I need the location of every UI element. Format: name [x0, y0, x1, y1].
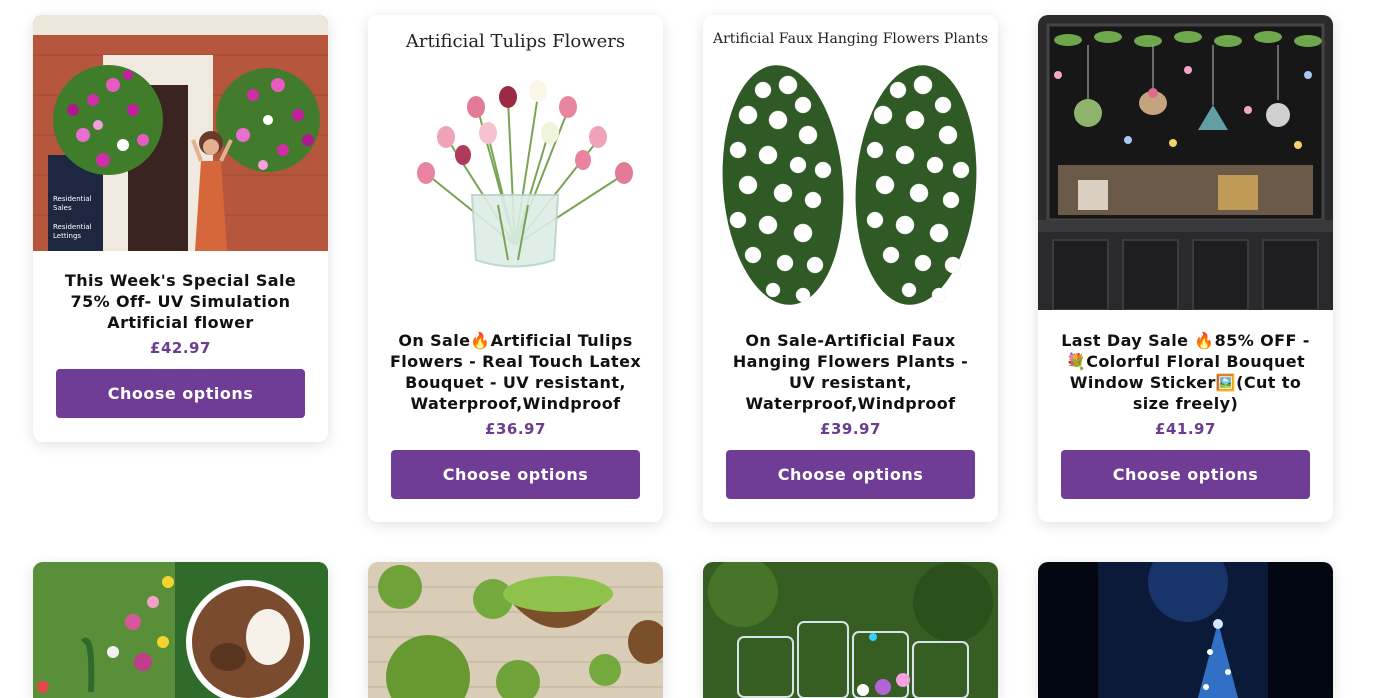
product-card-4[interactable]: Last Day Sale 🔥85% OFF - 💐Colorful Flora…	[1038, 15, 1333, 522]
product-image-window-sticker[interactable]	[1038, 15, 1333, 310]
product-image-hanging-baskets-woman[interactable]: Residential Sales Residential Lettings	[33, 15, 328, 251]
product-card-8[interactable]	[1038, 562, 1333, 698]
product-image-garden-coconut[interactable]	[33, 562, 328, 698]
product-card-7[interactable]	[703, 562, 998, 698]
product-card-3[interactable]: Artificial Faux Hanging Flowers Plants O…	[703, 15, 998, 522]
product-title[interactable]: On Sale-Artificial Faux Hanging Flowers …	[703, 330, 998, 414]
product-image-glowing-tree[interactable]	[1038, 562, 1333, 698]
image-sign-text-1: Residential	[53, 195, 92, 203]
product-title[interactable]: On Sale🔥Artificial Tulips Flowers - Real…	[368, 330, 663, 414]
choose-options-button[interactable]: Choose options	[56, 369, 305, 418]
product-price: £36.97	[485, 420, 546, 438]
product-image-glowing-jars[interactable]	[703, 562, 998, 698]
product-title[interactable]: Last Day Sale 🔥85% OFF - 💐Colorful Flora…	[1038, 330, 1333, 414]
product-card-1[interactable]: Residential Sales Residential Lettings T…	[33, 15, 328, 442]
image-sign-text-2: Sales	[53, 204, 72, 212]
product-price: £41.97	[1155, 420, 1216, 438]
choose-options-button[interactable]: Choose options	[726, 450, 975, 499]
image-sign-text-3: Residential	[53, 223, 92, 231]
product-card-6[interactable]	[368, 562, 663, 698]
product-image-tulips[interactable]: Artificial Tulips Flowers	[368, 15, 663, 315]
product-card-2[interactable]: Artificial Tulips Flowers On Sale🔥Artifi…	[368, 15, 663, 522]
product-price: £42.97	[150, 339, 211, 357]
product-card-5[interactable]	[33, 562, 328, 698]
product-image-hanging-baskets-wall[interactable]	[368, 562, 663, 698]
choose-options-button[interactable]: Choose options	[1061, 450, 1310, 499]
choose-options-button[interactable]: Choose options	[391, 450, 640, 499]
product-title[interactable]: This Week's Special Sale 75% Off- UV Sim…	[33, 270, 328, 333]
product-image-hanging-flowers[interactable]: Artificial Faux Hanging Flowers Plants	[703, 15, 998, 315]
image-sign-text-4: Lettings	[53, 232, 81, 240]
product-price: £39.97	[820, 420, 881, 438]
